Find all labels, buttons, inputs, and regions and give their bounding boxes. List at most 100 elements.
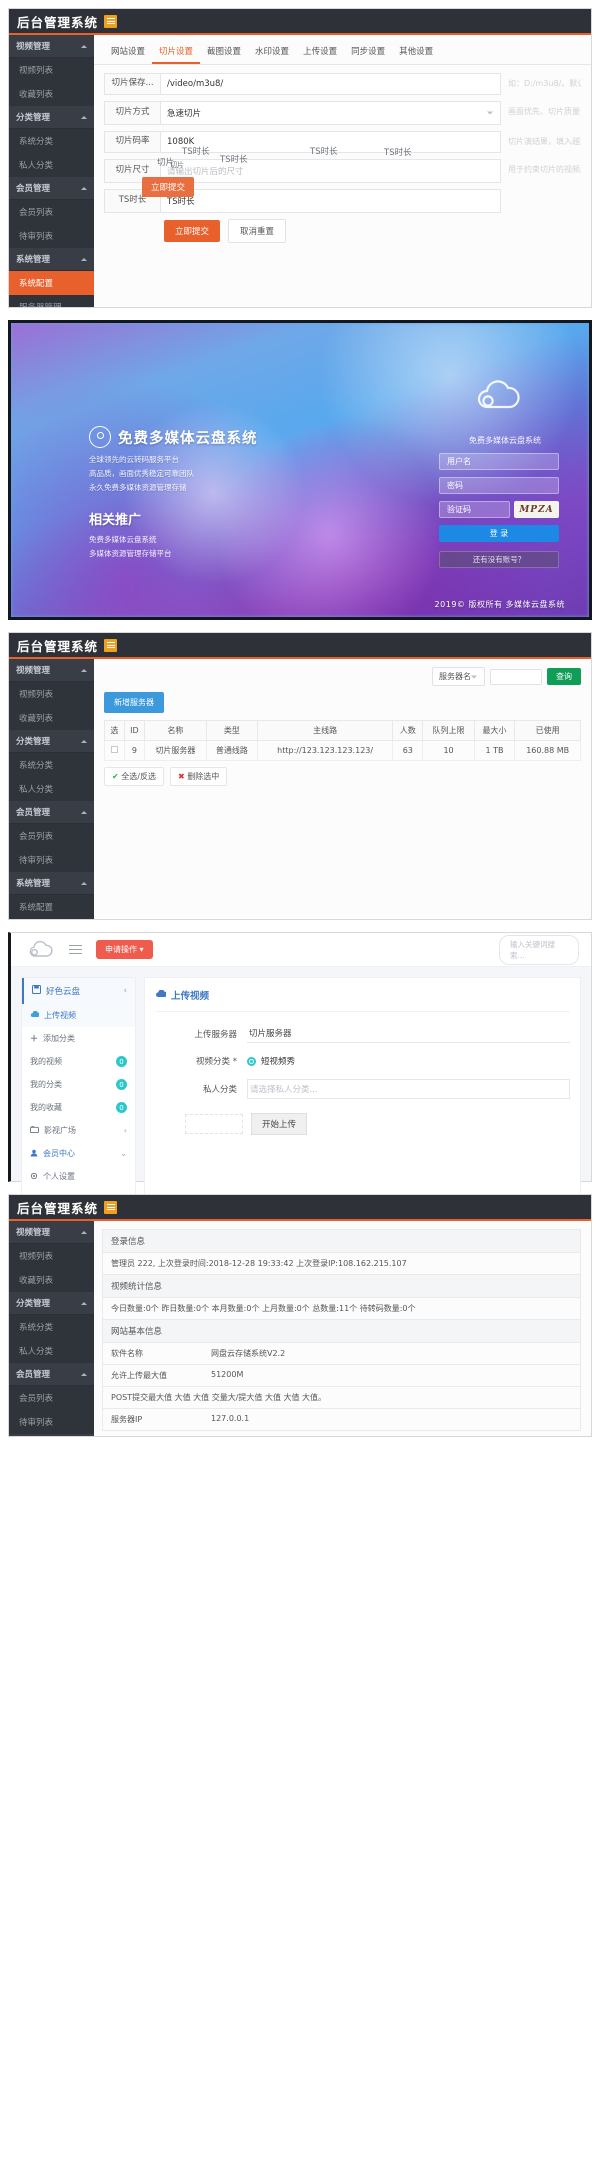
sidebar-item-video-list[interactable]: 视频列表 bbox=[9, 58, 94, 82]
sidebar-item-member-list[interactable]: 会员列表 bbox=[9, 1386, 94, 1410]
sidebar-item-film-square[interactable]: 影视广场 ‹ bbox=[22, 1119, 135, 1142]
sidebar-item-pending-list[interactable]: 待审列表 bbox=[9, 224, 94, 248]
tab-upload-settings[interactable]: 上传设置 bbox=[296, 42, 344, 64]
hamburger-icon[interactable] bbox=[104, 638, 118, 652]
sidebar-item-personal-settings[interactable]: 个人设置 bbox=[22, 1165, 135, 1188]
sidebar-group-system[interactable]: 系统管理 bbox=[9, 872, 94, 895]
col-name[interactable]: 名称 bbox=[144, 720, 207, 741]
col-id[interactable]: ID bbox=[123, 720, 146, 741]
slice-size-input[interactable]: 请输出切片后的尺寸 bbox=[160, 159, 501, 183]
col-people[interactable]: 人数 bbox=[392, 720, 424, 741]
tab-slice-settings[interactable]: 切片设置 bbox=[152, 42, 201, 64]
chevron-left-icon[interactable]: ‹ bbox=[124, 986, 127, 996]
action-dropdown-button[interactable]: 申请操作 ▾ bbox=[96, 940, 153, 959]
sidebar-item-private-category[interactable]: 私人分类 bbox=[9, 153, 94, 177]
tab-other-settings[interactable]: 其他设置 bbox=[392, 42, 440, 64]
sidebar-item-member-list[interactable]: 会员列表 bbox=[9, 200, 94, 224]
delete-selected-button[interactable]: ✖ 删除选中 bbox=[169, 767, 228, 786]
sidebar-group-category[interactable]: 分类管理 bbox=[9, 730, 94, 753]
sidebar-item-member-center[interactable]: 会员中心 ⌄ bbox=[22, 1142, 135, 1165]
sidebar-group-member[interactable]: 会员管理 bbox=[9, 801, 94, 824]
sidebar-item-system-config[interactable]: 系统配置 bbox=[9, 895, 94, 919]
table-row[interactable]: 9 切片服务器 普通线路 http://123.123.123.123/ 63 … bbox=[104, 740, 581, 761]
sidebar-group-member[interactable]: 会员管理 bbox=[9, 1363, 94, 1386]
search-input[interactable]: 输入关键词搜索... bbox=[499, 934, 579, 965]
sidebar-group-member[interactable]: 会员管理 bbox=[9, 177, 94, 200]
captcha-image[interactable]: MPZA bbox=[514, 501, 559, 518]
upload-server-select[interactable]: 切片服务器 bbox=[247, 1024, 570, 1043]
col-select[interactable]: 选 bbox=[104, 720, 125, 741]
tab-sync-settings[interactable]: 同步设置 bbox=[344, 42, 392, 64]
sidebar-item-system-category[interactable]: 系统分类 bbox=[9, 129, 94, 153]
ts-duration-input[interactable]: TS时长 bbox=[160, 189, 501, 213]
sidebar-item-private-category[interactable]: 私人分类 bbox=[9, 1339, 94, 1363]
main-content: 网站设置 切片设置 截图设置 水印设置 上传设置 同步设置 其他设置 切片保存.… bbox=[94, 35, 591, 307]
sidebar-item-favorite-list[interactable]: 收藏列表 bbox=[9, 82, 94, 106]
slice-save-path-input[interactable]: /video/m3u8/ bbox=[160, 73, 501, 95]
private-category-select[interactable]: 请选择私人分类... bbox=[247, 1079, 570, 1099]
cloud-logo-icon[interactable] bbox=[25, 940, 55, 960]
sidebar-item-video-list[interactable]: 视频列表 bbox=[9, 682, 94, 706]
form-buttons: 立即提交 取消重置 bbox=[104, 219, 581, 243]
col-max-size[interactable]: 最大小 bbox=[473, 720, 516, 741]
tab-screenshot-settings[interactable]: 截图设置 bbox=[200, 42, 248, 64]
sidebar-item-server-manage[interactable]: 服务器管理 bbox=[9, 295, 94, 307]
row-checkbox-cell[interactable] bbox=[104, 740, 125, 761]
submit-button[interactable]: 立即提交 bbox=[164, 220, 221, 242]
login-submit-button[interactable]: 登 录 bbox=[439, 525, 559, 542]
col-main-line[interactable]: 主线路 bbox=[257, 720, 394, 741]
sidebar-item-system-config[interactable]: 系统配置 bbox=[9, 271, 94, 295]
file-dropzone[interactable] bbox=[185, 1114, 243, 1134]
select-all-button[interactable]: ✔ 全选/反选 bbox=[104, 767, 164, 786]
sidebar-item-server-manage[interactable]: 服务器管理 bbox=[9, 919, 94, 920]
hamburger-icon[interactable] bbox=[104, 1200, 118, 1214]
hamburger-icon[interactable] bbox=[104, 14, 118, 28]
sidebar-item-my-favorites[interactable]: 我的收藏 0 bbox=[22, 1096, 135, 1119]
sidebar-group-video[interactable]: 视频管理 bbox=[9, 35, 94, 58]
col-type[interactable]: 类型 bbox=[205, 720, 259, 741]
start-upload-button[interactable]: 开始上传 bbox=[251, 1113, 308, 1135]
captcha-input[interactable]: 验证码 bbox=[439, 501, 510, 518]
sidebar-item-favorite-list[interactable]: 收藏列表 bbox=[9, 1268, 94, 1292]
sidebar-group-category[interactable]: 分类管理 bbox=[9, 106, 94, 129]
forgot-account-button[interactable]: 还有没有账号？ bbox=[439, 551, 559, 568]
sidebar-item-member-list[interactable]: 会员列表 bbox=[9, 824, 94, 848]
sidebar-item-favorite-list[interactable]: 收藏列表 bbox=[9, 706, 94, 730]
hamburger-icon[interactable] bbox=[69, 944, 82, 955]
sidebar-item-system-category[interactable]: 系统分类 bbox=[9, 1315, 94, 1339]
tab-watermark-settings[interactable]: 水印设置 bbox=[248, 42, 296, 64]
search-button[interactable]: 查询 bbox=[547, 668, 581, 685]
chevron-down-icon[interactable]: ⌄ bbox=[120, 1149, 127, 1158]
search-field-select[interactable]: 服务器名 bbox=[432, 667, 485, 686]
sidebar-item-video-list[interactable]: 视频列表 bbox=[9, 1244, 94, 1268]
sidebar-item-upload-video[interactable]: 上传视频 bbox=[22, 1004, 135, 1027]
username-input[interactable]: 用户名 bbox=[439, 453, 559, 470]
info-row-software-name: 软件名称 网盘云存储系统V2.2 bbox=[102, 1342, 581, 1364]
slice-bitrate-input[interactable]: 1080K bbox=[160, 131, 501, 153]
sidebar-item-my-categories[interactable]: 我的分类 0 bbox=[22, 1073, 135, 1096]
col-queue-limit[interactable]: 队列上限 bbox=[422, 720, 475, 741]
sidebar-item-system-category[interactable]: 系统分类 bbox=[9, 753, 94, 777]
video-category-radio[interactable]: 短视频秀 bbox=[247, 1055, 570, 1067]
sidebar-group-category[interactable]: 分类管理 bbox=[9, 1292, 94, 1315]
upload-action-row: 开始上传 bbox=[155, 1113, 570, 1135]
sidebar-item-pending-list[interactable]: 待审列表 bbox=[9, 1410, 94, 1434]
row-checkbox[interactable] bbox=[110, 746, 118, 753]
cloud-disk-header[interactable]: 好色云盘 ‹ bbox=[22, 978, 135, 1004]
sidebar-item-pending-list[interactable]: 待审列表 bbox=[9, 848, 94, 872]
sidebar-group-video[interactable]: 视频管理 bbox=[9, 659, 94, 682]
slice-mode-select[interactable]: 急速切片 bbox=[160, 101, 501, 125]
password-input[interactable]: 密码 bbox=[439, 477, 559, 494]
sidebar-group-video[interactable]: 视频管理 bbox=[9, 1221, 94, 1244]
sidebar-group-system[interactable]: 系统管理 bbox=[9, 248, 94, 271]
sidebar-group-system[interactable]: 系统管理 bbox=[9, 1434, 94, 1436]
cancel-button[interactable]: 取消重置 bbox=[228, 219, 287, 243]
col-used[interactable]: 已使用 bbox=[514, 720, 581, 741]
add-server-button[interactable]: 新增服务器 bbox=[104, 692, 164, 713]
chevron-left-icon[interactable]: ‹ bbox=[124, 1126, 127, 1135]
search-input[interactable] bbox=[490, 668, 542, 685]
tab-site-settings[interactable]: 网站设置 bbox=[104, 42, 152, 64]
sidebar-item-private-category[interactable]: 私人分类 bbox=[9, 777, 94, 801]
sidebar-item-add-category[interactable]: ＋ 添加分类 bbox=[22, 1027, 135, 1050]
sidebar-item-my-videos[interactable]: 我的视频 0 bbox=[22, 1050, 135, 1073]
